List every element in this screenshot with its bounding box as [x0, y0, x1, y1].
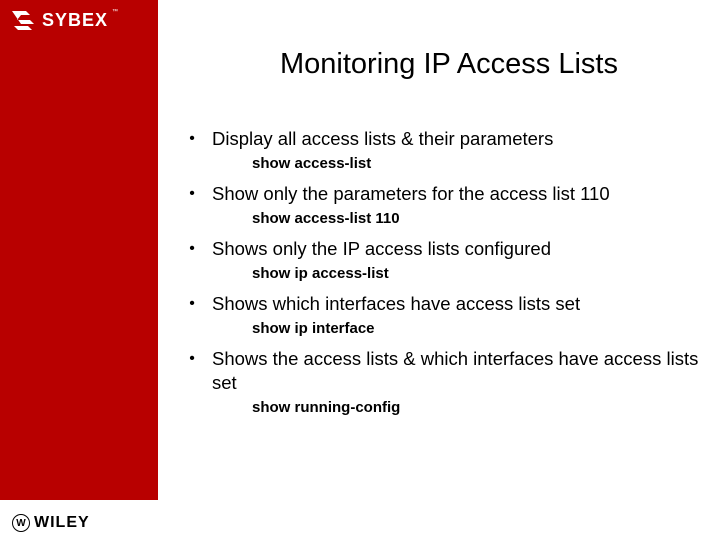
list-item: • Shows which interfaces have access lis… — [188, 292, 700, 337]
wiley-logo-text: WILEY — [34, 514, 90, 532]
sybex-logo-text: SYBEX — [42, 10, 108, 30]
sidebar: SYBEX ™ — [0, 0, 158, 500]
command-text: show access-list — [252, 155, 700, 172]
bullet-text: Show only the parameters for the access … — [212, 182, 610, 206]
wiley-mark-letter: W — [16, 518, 25, 529]
bullet-icon: • — [188, 292, 196, 316]
command-text: show access-list 110 — [252, 210, 700, 227]
bullet-list: • Display all access lists & their param… — [158, 127, 720, 416]
list-item: • Show only the parameters for the acces… — [188, 182, 700, 227]
bullet-icon: • — [188, 347, 196, 371]
wiley-logo: W WILEY — [12, 514, 90, 532]
command-text: show ip access-list — [252, 265, 700, 282]
sybex-logo: SYBEX ™ — [10, 8, 108, 32]
command-text: show ip interface — [252, 320, 700, 337]
slide-title: Monitoring IP Access Lists — [158, 48, 720, 81]
bullet-icon: • — [188, 182, 196, 206]
wiley-logo-icon: W — [12, 514, 30, 532]
bullet-icon: • — [188, 237, 196, 261]
bullet-text: Shows only the IP access lists configure… — [212, 237, 551, 261]
bullet-text: Shows which interfaces have access lists… — [212, 292, 580, 316]
sybex-logo-icon — [10, 8, 36, 32]
slide-content: Monitoring IP Access Lists • Display all… — [158, 0, 720, 540]
list-item: • Shows only the IP access lists configu… — [188, 237, 700, 282]
bullet-icon: • — [188, 127, 196, 151]
sybex-trademark: ™ — [112, 9, 118, 15]
list-item: • Shows the access lists & which interfa… — [188, 347, 700, 416]
command-text: show running-config — [252, 399, 700, 416]
bullet-text: Shows the access lists & which interface… — [212, 347, 700, 395]
list-item: • Display all access lists & their param… — [188, 127, 700, 172]
bullet-text: Display all access lists & their paramet… — [212, 127, 553, 151]
